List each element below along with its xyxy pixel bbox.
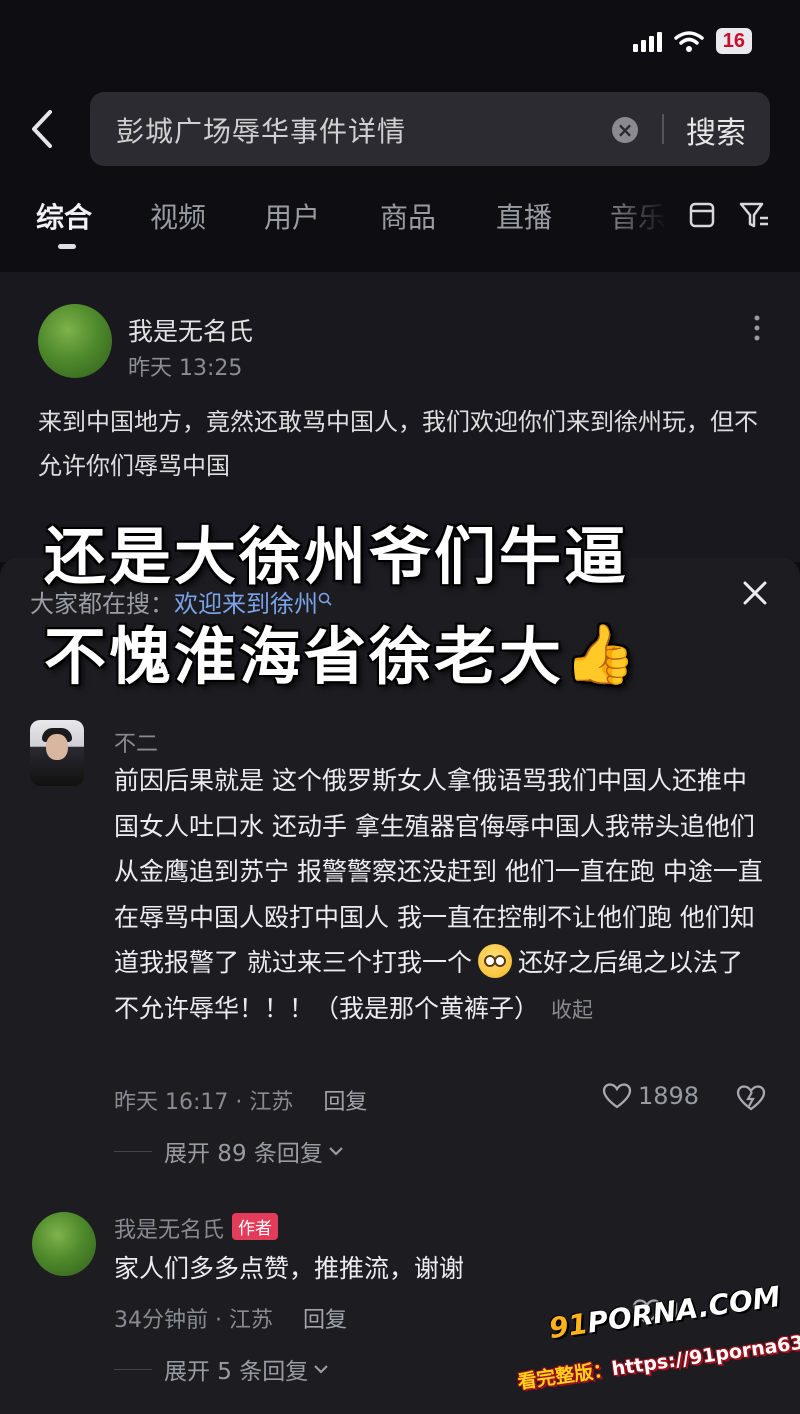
post-author-avatar[interactable] [38,304,112,378]
comment-text: 家人们多多点赞，推推流，谢谢 [114,1254,465,1283]
comment-meta: 34分钟前 · 江苏 回复 [114,1302,347,1334]
wifi-icon [674,31,704,52]
collapse-link[interactable]: 收起 [551,998,593,1022]
active-tab-indicator [58,244,76,249]
overlay-caption-line1: 还是大徐州爷们牛逼 [44,520,630,593]
post-author-name[interactable]: 我是无名氏 [128,312,253,348]
signal-icon [632,30,662,52]
author-avatar[interactable] [32,1212,96,1276]
dislike-icon[interactable] [736,1084,766,1112]
close-icon[interactable] [740,578,770,608]
post-time: 昨天 13:25 [128,356,243,381]
commenter-avatar[interactable] [30,720,84,786]
watermark-prefix: 91 [546,1306,591,1346]
like-count: 1898 [638,1082,700,1110]
overlay-caption-line2: 不愧淮海省徐老大👍 [44,606,639,696]
tab-users[interactable]: 用户 [264,196,320,236]
expand-replies-label[interactable]: 展开 5 条回复 [164,1352,308,1386]
like-button[interactable]: 1898 [602,1082,699,1110]
tab-live[interactable]: 直播 [496,196,552,236]
comment-time-location: 昨天 16:17 · 江苏 [114,1090,294,1115]
clear-search-icon[interactable]: × [612,117,638,143]
more-options-icon[interactable] [754,314,760,342]
battery-indicator: 16 [715,28,752,54]
reply-button[interactable]: 回复 [303,1308,347,1333]
expand-replies[interactable]: 展开 89 条回复 [114,1134,345,1168]
smile-emoji-icon [477,944,512,978]
commenter-name[interactable]: 不二 [114,726,158,758]
commenter-name[interactable]: 我是无名氏 作者 [114,1212,279,1244]
search-input[interactable]: 彭城广场辱华事件详情 [116,110,406,150]
search-divider [662,114,664,144]
reply-button[interactable]: 回复 [323,1090,367,1115]
chevron-down-icon [314,1365,329,1374]
back-arrow-icon[interactable] [24,104,64,154]
thumbs-up-icon: 👍 [564,620,640,688]
search-button[interactable]: 搜索 [686,108,746,152]
comment-text: 前因后果就是 这个俄罗斯女人拿俄语骂我们中国人还推中国女人吐口水 还动手 拿生殖… [114,758,764,1033]
tab-products[interactable]: 商品 [380,196,436,236]
overlay-caption-line2-text: 不愧淮海省徐老大 [44,620,565,693]
layout-toggle-icon[interactable] [686,198,718,232]
status-bar: 16 [632,28,752,54]
expand-replies[interactable]: 展开 5 条回复 [114,1352,330,1386]
chevron-down-icon [329,1147,343,1156]
tab-video[interactable]: 视频 [150,196,206,236]
post-body: 来到中国地方，竟然还敢骂中国人，我们欢迎你们来到徐州玩，但不允许你们辱骂中国 [38,408,758,480]
tab-fade [600,188,684,244]
tab-overall[interactable]: 综合 [36,196,92,236]
search-bar[interactable]: 彭城广场辱华事件详情 × 搜索 [90,92,770,166]
comment-meta: 昨天 16:17 · 江苏 回复 [114,1084,367,1116]
heart-icon[interactable] [602,1082,632,1110]
expand-replies-label[interactable]: 展开 89 条回复 [164,1134,323,1168]
comment-time-location: 34分钟前 · 江苏 [114,1308,273,1333]
commenter-name-text[interactable]: 我是无名氏 [114,1218,224,1243]
filter-icon[interactable] [738,198,770,232]
comment-text-part1: 前因后果就是 这个俄罗斯女人拿俄语骂我们中国人还推中国女人吐口水 还动手 拿生殖… [114,766,763,977]
author-badge: 作者 [232,1213,279,1240]
